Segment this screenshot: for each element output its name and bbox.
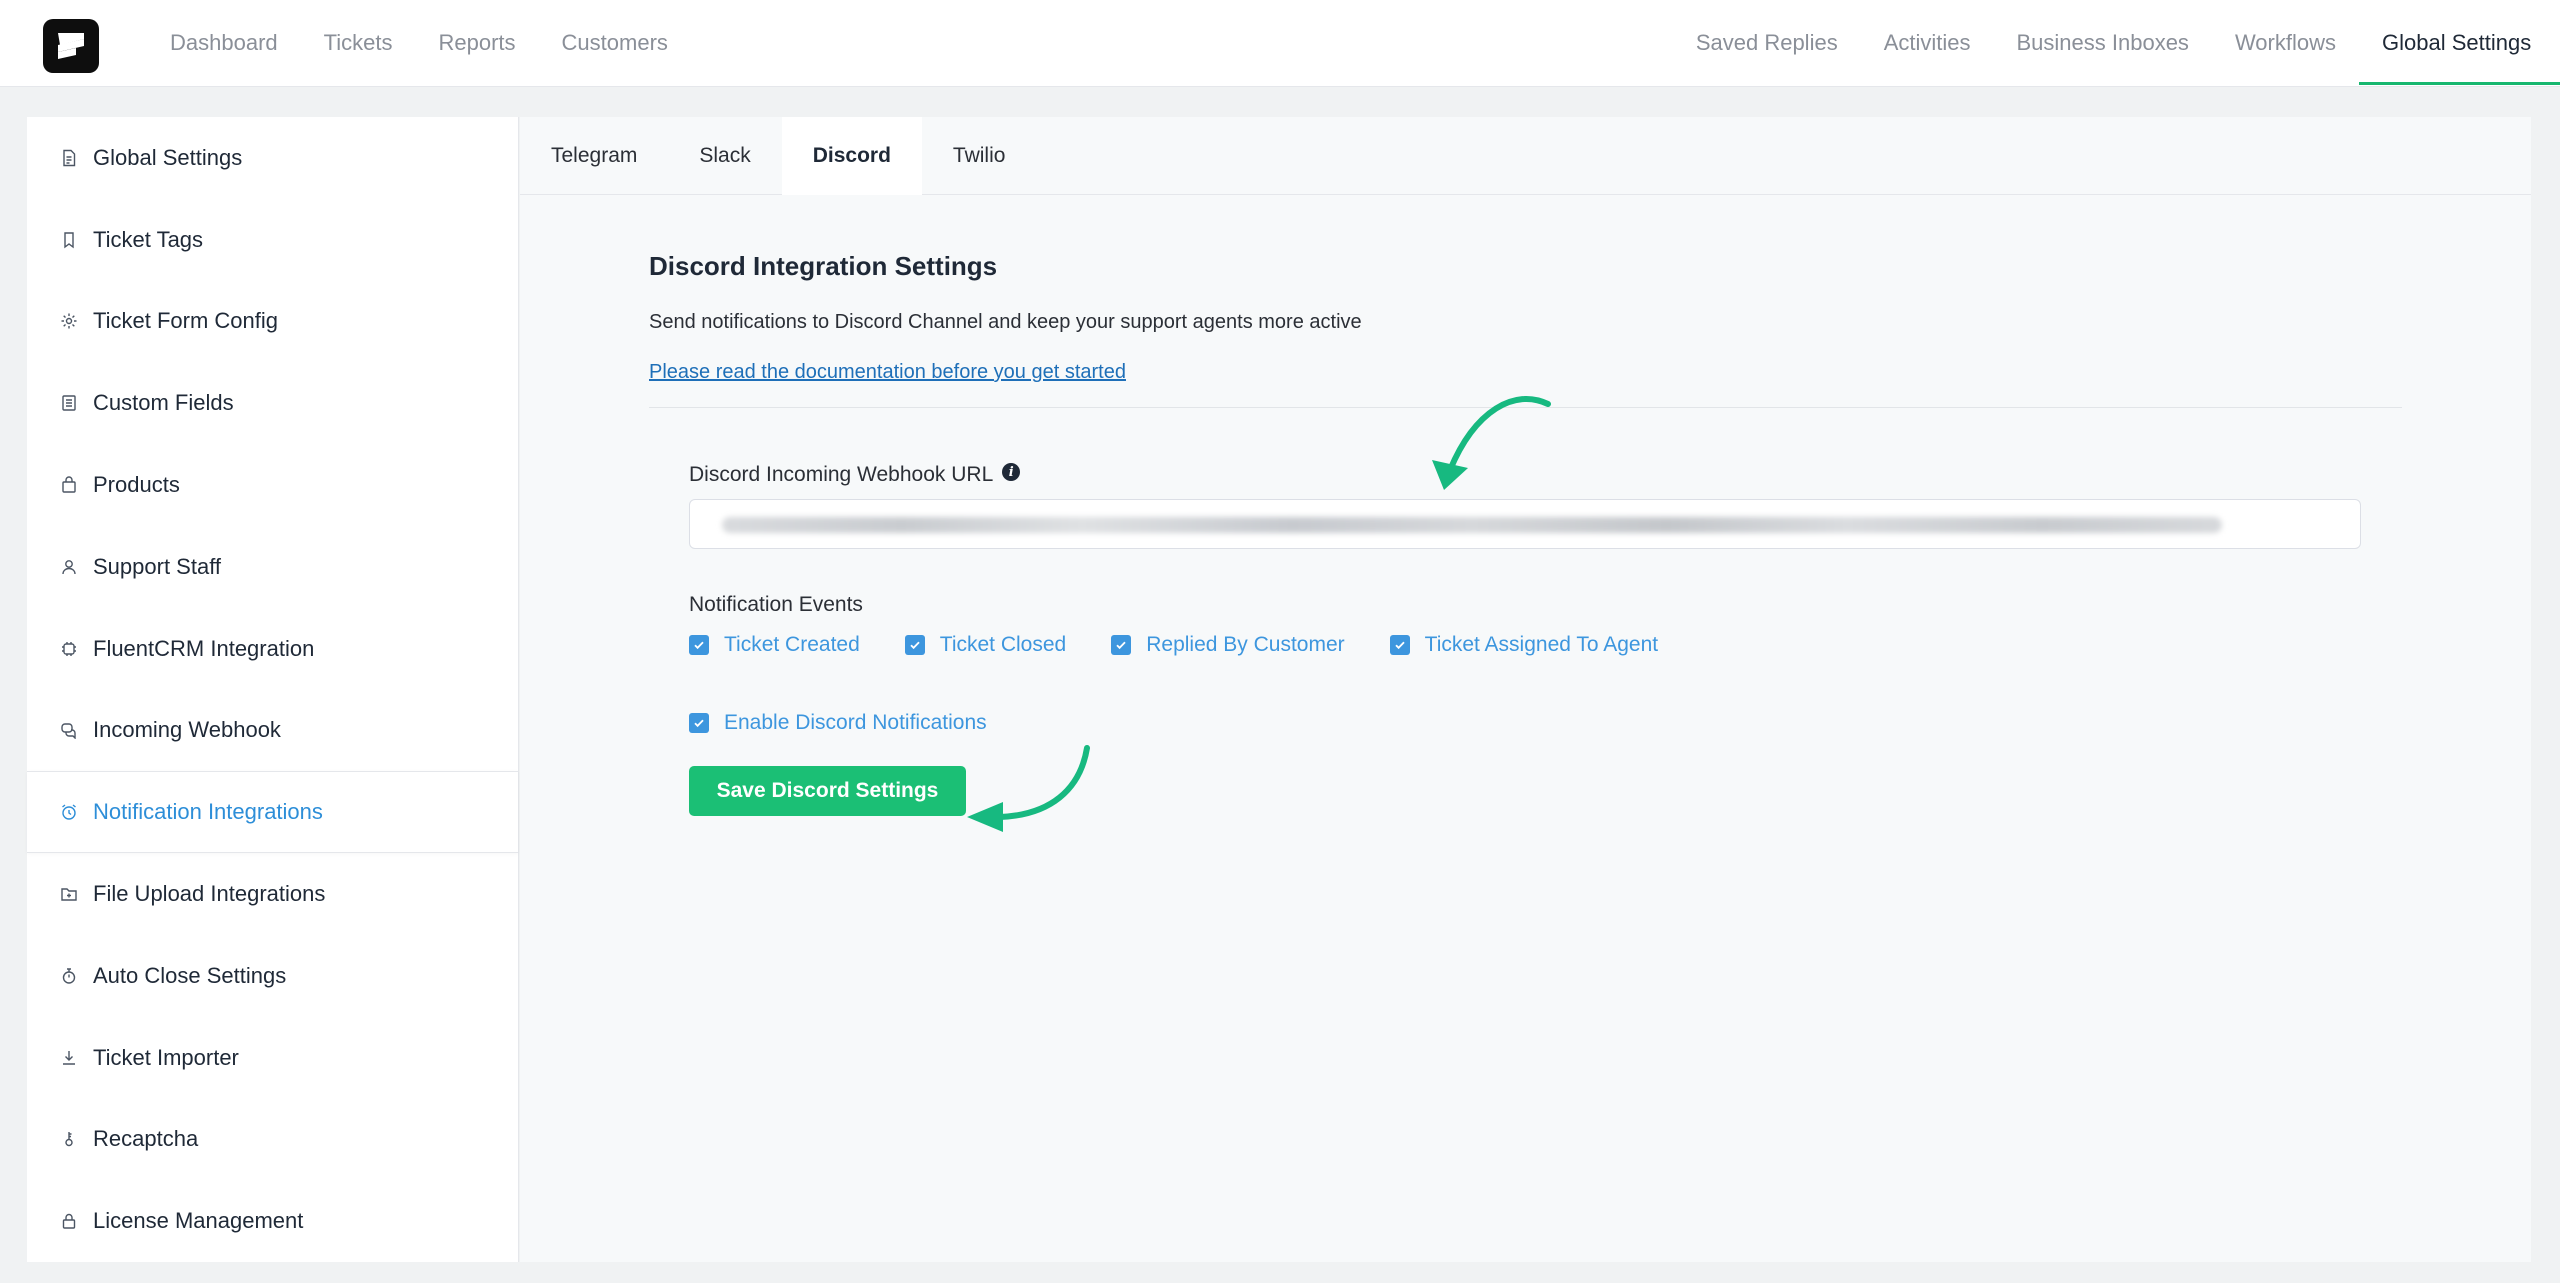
sidebar-item-global-settings[interactable]: Global Settings: [27, 117, 518, 199]
sidebar-item-label: Auto Close Settings: [93, 962, 287, 988]
blurred-webhook-value: [722, 517, 2222, 533]
nav-reports[interactable]: Reports: [416, 0, 539, 85]
user-icon: [59, 557, 79, 577]
list-icon: [59, 393, 79, 413]
checkbox-checked-icon[interactable]: [1389, 635, 1410, 655]
sidebar-item-label: FluentCRM Integration: [93, 635, 315, 661]
checkbox-label: Ticket Created: [724, 633, 860, 656]
sidebar-item-ticket-form-config[interactable]: Ticket Form Config: [27, 281, 518, 363]
sidebar-item-label: Support Staff: [93, 553, 222, 579]
page-description: Send notifications to Discord Channel an…: [649, 311, 1362, 333]
sidebar-item-label: Products: [93, 472, 180, 498]
app-logo[interactable]: [43, 19, 99, 73]
sidebar-item-auto-close-settings[interactable]: Auto Close Settings: [27, 935, 518, 1017]
key-icon: [59, 1129, 79, 1149]
settings-sidebar: Global Settings Ticket Tags Ticket Form …: [27, 117, 519, 1262]
sidebar-item-support-staff[interactable]: Support Staff: [27, 526, 518, 608]
top-navigation: Dashboard Tickets Reports Customers Save…: [0, 0, 2560, 87]
notification-events-group: Ticket Created Ticket Closed Replied By …: [689, 633, 1703, 657]
tab-telegram[interactable]: Telegram: [520, 117, 668, 195]
checkbox-label: Enable Discord Notifications: [724, 711, 987, 734]
save-discord-settings-button[interactable]: Save Discord Settings: [689, 766, 966, 816]
checkbox-label: Ticket Closed: [939, 633, 1067, 656]
notification-events-label: Notification Events: [689, 593, 863, 616]
nav-tickets[interactable]: Tickets: [301, 0, 416, 85]
download-icon: [59, 1048, 79, 1068]
document-icon: [59, 148, 79, 168]
nav-global-settings[interactable]: Global Settings: [2359, 0, 2560, 85]
divider: [649, 407, 2402, 408]
checkbox-ticket-assigned-to-agent[interactable]: Ticket Assigned To Agent: [1389, 633, 1659, 657]
sidebar-item-notification-integrations[interactable]: Notification Integrations: [27, 771, 518, 854]
sidebar-item-label: Recaptcha: [93, 1126, 199, 1152]
checkbox-checked-icon[interactable]: [689, 713, 709, 733]
sidebar-item-label: Incoming Webhook: [93, 717, 281, 743]
checkbox-ticket-closed[interactable]: Ticket Closed: [904, 633, 1067, 657]
lock-icon: [59, 1211, 79, 1231]
webhook-url-label-text: Discord Incoming Webhook URL: [689, 463, 994, 486]
gear-icon: [59, 311, 79, 331]
checkbox-checked-icon[interactable]: [689, 635, 709, 655]
checkbox-ticket-created[interactable]: Ticket Created: [689, 633, 860, 657]
alarm-icon: [59, 802, 79, 822]
bag-icon: [59, 475, 79, 495]
webhook-url-input[interactable]: [689, 499, 2361, 549]
sidebar-item-products[interactable]: Products: [27, 444, 518, 526]
sidebar-item-label: File Upload Integrations: [93, 881, 326, 907]
integration-tabs: Telegram Slack Discord Twilio: [520, 117, 2531, 195]
sidebar-item-fluentcrm-integration[interactable]: FluentCRM Integration: [27, 608, 518, 690]
sidebar-item-incoming-webhook[interactable]: Incoming Webhook: [27, 690, 518, 772]
sidebar-item-label: Notification Integrations: [93, 799, 323, 825]
bookmark-icon: [59, 230, 79, 250]
sidebar-item-ticket-importer[interactable]: Ticket Importer: [27, 1017, 518, 1099]
tab-twilio[interactable]: Twilio: [922, 117, 1037, 195]
checkbox-checked-icon[interactable]: [904, 635, 925, 655]
checkbox-label: Replied By Customer: [1146, 633, 1345, 656]
sidebar-item-label: Global Settings: [93, 144, 243, 170]
tab-discord[interactable]: Discord: [781, 117, 922, 195]
sidebar-item-ticket-tags[interactable]: Ticket Tags: [27, 199, 518, 281]
stopwatch-icon: [59, 966, 79, 986]
nav-business-inboxes[interactable]: Business Inboxes: [1994, 0, 2212, 85]
sidebar-item-label: Custom Fields: [93, 390, 234, 416]
folder-icon: [59, 884, 79, 904]
nav-dashboard[interactable]: Dashboard: [147, 0, 301, 85]
sidebar-item-license-management[interactable]: License Management: [27, 1180, 518, 1262]
info-icon[interactable]: i: [1002, 463, 1021, 481]
sidebar-item-label: Ticket Form Config: [93, 308, 279, 334]
documentation-link[interactable]: Please read the documentation before you…: [649, 361, 1126, 384]
webhook-url-label: Discord Incoming Webhook URL i: [689, 463, 1021, 487]
tab-slack[interactable]: Slack: [668, 117, 781, 195]
nav-workflows[interactable]: Workflows: [2212, 0, 2359, 85]
checkbox-replied-by-customer[interactable]: Replied By Customer: [1111, 633, 1345, 657]
page-title: Discord Integration Settings: [649, 251, 998, 281]
nav-activities[interactable]: Activities: [1861, 0, 1994, 85]
nav-saved-replies[interactable]: Saved Replies: [1673, 0, 1861, 85]
sidebar-item-file-upload-integrations[interactable]: File Upload Integrations: [27, 853, 518, 935]
chip-icon: [59, 639, 79, 659]
checkbox-enable-discord-notifications[interactable]: Enable Discord Notifications: [689, 711, 987, 735]
chat-icon: [59, 720, 79, 740]
nav-customers[interactable]: Customers: [539, 0, 691, 85]
sidebar-item-label: License Management: [93, 1208, 304, 1234]
checkbox-checked-icon[interactable]: [1111, 635, 1132, 655]
main-panel: Telegram Slack Discord Twilio Discord In…: [520, 117, 2531, 1262]
sidebar-item-recaptcha[interactable]: Recaptcha: [27, 1099, 518, 1181]
sidebar-item-label: Ticket Tags: [93, 226, 204, 252]
sidebar-item-custom-fields[interactable]: Custom Fields: [27, 362, 518, 444]
checkbox-label: Ticket Assigned To Agent: [1424, 633, 1659, 656]
enable-notifications-row: Enable Discord Notifications: [689, 711, 1032, 735]
sidebar-item-label: Ticket Importer: [93, 1044, 239, 1070]
